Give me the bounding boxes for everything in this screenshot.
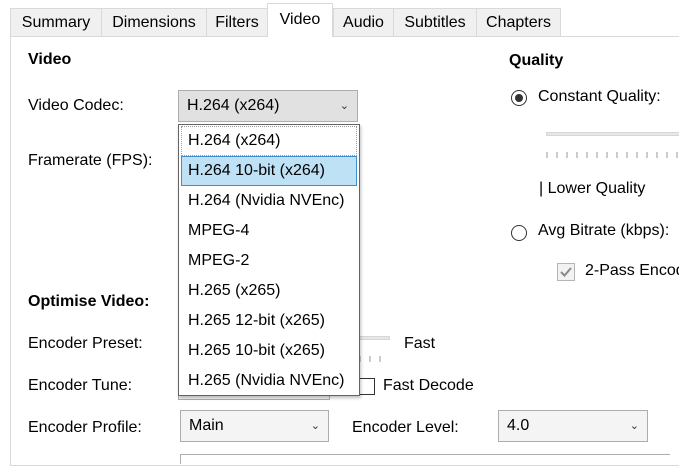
encoder-level-label: Encoder Level: [352, 419, 459, 436]
fast-decode-label: Fast Decode [383, 377, 474, 394]
encoder-tune-label: Encoder Tune: [28, 377, 133, 394]
checkmark-icon [560, 267, 572, 277]
codec-option[interactable]: H.264 (x264) [181, 126, 357, 156]
codec-option[interactable]: H.265 (Nvidia NVEnc) [181, 366, 357, 396]
radio-selected-dot [515, 94, 523, 102]
codec-option[interactable]: H.264 (Nvidia NVEnc) [181, 186, 357, 216]
tab-video[interactable]: Video [267, 3, 333, 37]
encoder-profile-label: Encoder Profile: [28, 419, 142, 436]
encoder-preset-label: Encoder Preset: [28, 335, 143, 352]
encoder-preset-value: Fast [404, 335, 436, 352]
encoder-level-value: 4.0 [507, 417, 530, 434]
video-codec-label: Video Codec: [28, 97, 124, 114]
codec-option[interactable]: H.265 10-bit (x265) [181, 336, 357, 366]
encoder-profile-combobox[interactable]: Main ⌄ [180, 410, 329, 442]
two-pass-checkbox[interactable] [557, 263, 575, 281]
codec-option[interactable]: MPEG-4 [181, 216, 357, 246]
constant-quality-radio[interactable] [511, 90, 527, 106]
chevron-down-icon: ⌄ [629, 420, 639, 432]
avg-bitrate-radio[interactable] [511, 225, 527, 241]
codec-option[interactable]: H.265 (x265) [181, 276, 357, 306]
two-pass-label: 2-Pass Encoding [585, 262, 679, 279]
codec-option[interactable]: H.265 12-bit (x265) [181, 306, 357, 336]
video-codec-combobox[interactable]: H.264 (x264) ⌄ [178, 90, 358, 122]
constant-quality-label: Constant Quality: [538, 88, 661, 105]
video-codec-value: H.264 (x264) [187, 97, 280, 114]
video-codec-dropdown-list: H.264 (x264) H.264 10-bit (x264) H.264 (… [178, 124, 360, 396]
tab-strip: Summary Dimensions Filters Video Audio S… [0, 0, 679, 37]
tab-filters[interactable]: Filters [206, 8, 268, 36]
optimise-section-title: Optimise Video: [28, 293, 150, 310]
extra-options-textbox[interactable] [180, 454, 670, 464]
tab-dimensions[interactable]: Dimensions [101, 8, 207, 36]
encoder-profile-value: Main [189, 417, 224, 434]
tab-subtitles[interactable]: Subtitles [393, 8, 477, 36]
tab-summary[interactable]: Summary [10, 8, 102, 36]
encoder-preset-ticks [359, 356, 381, 362]
chevron-down-icon: ⌄ [339, 100, 349, 112]
encoder-level-combobox[interactable]: 4.0 ⌄ [498, 410, 648, 442]
framerate-label: Framerate (FPS): [28, 152, 153, 169]
tab-audio[interactable]: Audio [333, 8, 394, 36]
lower-quality-label: | Lower Quality [539, 180, 646, 197]
codec-option[interactable]: MPEG-2 [181, 246, 357, 276]
video-section-title: Video [28, 51, 72, 68]
quality-section-title: Quality [509, 52, 564, 69]
quality-slider[interactable] [546, 132, 679, 136]
codec-option-highlighted[interactable]: H.264 10-bit (x264) [181, 156, 357, 186]
encoder-preset-slider[interactable] [355, 336, 390, 340]
avg-bitrate-label: Avg Bitrate (kbps): [538, 222, 670, 239]
chevron-down-icon: ⌄ [310, 420, 320, 432]
fast-decode-checkbox[interactable] [358, 378, 375, 395]
tab-chapters[interactable]: Chapters [476, 8, 561, 36]
quality-slider-ticks [546, 152, 678, 158]
